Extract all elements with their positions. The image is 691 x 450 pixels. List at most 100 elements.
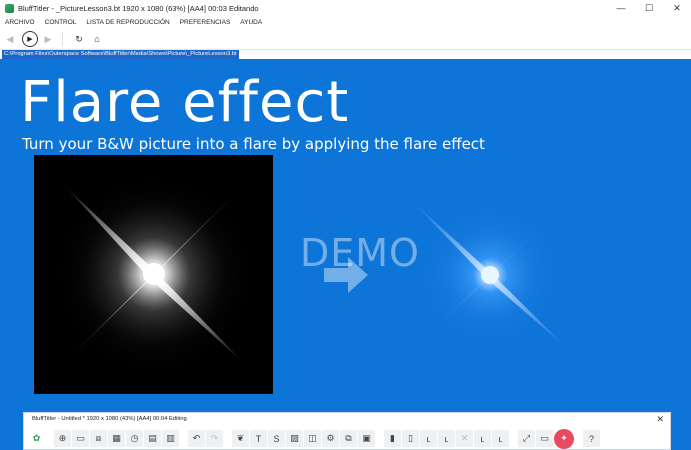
cross-dim-glyph: ✕ (460, 433, 469, 443)
bw-flare-graphic (34, 155, 273, 394)
link-text-icon[interactable]: ʟ (474, 430, 491, 447)
cube-glyph: ◫ (308, 433, 317, 443)
align-icon[interactable]: ▮ (384, 430, 401, 447)
cross-dim-icon[interactable]: ✕ (456, 430, 473, 447)
clock-glyph: ◷ (130, 433, 139, 443)
save-glyph: ▤ (148, 433, 157, 443)
blue-flare-result (390, 179, 590, 374)
settings-icon[interactable]: ⚙ (322, 430, 339, 447)
add-layer-icon[interactable]: ⊕ (54, 430, 71, 447)
minimize-button[interactable]: — (607, 0, 635, 16)
save-icon[interactable]: ▤ (144, 430, 161, 447)
parent-glyph: ʟ (426, 433, 431, 444)
help-icon[interactable]: ? (583, 430, 600, 447)
film-icon[interactable]: ▥ (162, 430, 179, 447)
parent-icon[interactable]: ʟ (420, 430, 437, 447)
chain-icon[interactable]: ʟ (492, 430, 509, 447)
show-file-path[interactable]: C:\Program Files\Outerspace Software\Blu… (2, 50, 239, 59)
home-button[interactable]: ⌂ (89, 31, 105, 47)
redo-glyph: ↷ (210, 433, 219, 443)
bw-core (143, 263, 165, 285)
menu-lista-de-reproduccion[interactable]: LISTA DE REPRODUCCIÓN (81, 19, 174, 26)
back-button[interactable]: ◀ (2, 31, 18, 47)
menu-bar: ARCHIVO CONTROL LISTA DE REPRODUCCIÓN PR… (0, 16, 691, 29)
preview-glyph: ▭ (540, 433, 549, 443)
layer-list-icon[interactable]: ▣ (358, 430, 375, 447)
app-window: BluffTitler - _PictureLesson3.bt 1920 x … (0, 0, 691, 450)
settings-glyph: ⚙ (326, 433, 335, 443)
blue-core (481, 266, 499, 284)
paint-icon[interactable]: ❦ (232, 430, 249, 447)
subscript-text-glyph: S (273, 433, 280, 444)
redo-icon[interactable]: ↷ (206, 430, 223, 447)
film-glyph: ▥ (166, 433, 175, 443)
blue-flare-graphic (410, 195, 570, 355)
menu-archivo[interactable]: ARCHIVO (0, 19, 40, 26)
menu-preferencias[interactable]: PREFERENCIAS (175, 19, 236, 26)
bw-flare-picture (34, 155, 273, 394)
title-bar: BluffTitler - _PictureLesson3.bt 1920 x … (0, 0, 691, 16)
menu-control[interactable]: CONTROL (40, 19, 82, 26)
play-button[interactable]: ▶ (22, 31, 38, 47)
resize-icon[interactable]: ⤢ (518, 430, 535, 447)
window-controls: — ☐ ✕ (607, 0, 691, 16)
home-icon: ⌂ (94, 34, 100, 44)
menu-ayuda[interactable]: AYUDA (235, 19, 267, 26)
logo-icon: ✿ (28, 430, 45, 447)
picture-icon[interactable]: ▨ (286, 430, 303, 447)
link-icon[interactable]: ⧉ (340, 430, 357, 447)
stage-subline: Turn your B&W picture into a flare by ap… (22, 135, 485, 153)
forward-button[interactable]: ▶ (40, 31, 56, 47)
help-glyph: ? (588, 433, 594, 444)
toolbar-divider (62, 32, 63, 46)
refresh-icon: ↻ (75, 33, 83, 44)
text-glyph: T (255, 433, 262, 444)
link-glyph: ⧉ (345, 433, 352, 443)
child-glyph: ʟ (444, 433, 449, 444)
stage-headline: Flare effect (20, 70, 350, 135)
frame-icon[interactable]: ⧈ (90, 430, 107, 447)
preview-stage[interactable]: Flare effect Turn your B&W picture into … (0, 59, 691, 450)
frame-glyph: ⧈ (95, 433, 102, 443)
undo-icon[interactable]: ↶ (188, 430, 205, 447)
logo-glyph: ✿ (32, 433, 41, 443)
align-distribute-glyph: ▯ (408, 433, 413, 443)
media-icon[interactable]: ▦ (108, 430, 125, 447)
align-glyph: ▮ (390, 433, 395, 443)
tool-panel: BluffTitler - Untitled * 1920 x 1080 (43… (23, 412, 671, 450)
maximize-button[interactable]: ☐ (635, 0, 663, 16)
undo-glyph: ↶ (192, 433, 201, 443)
tool-panel-close-button[interactable]: ✕ (656, 414, 664, 425)
refresh-button[interactable]: ↻ (71, 31, 87, 47)
paint-glyph: ❦ (236, 433, 245, 443)
subscript-text-icon[interactable]: S (268, 430, 285, 447)
open-folder-icon[interactable]: ▭ (72, 430, 89, 447)
clock-icon[interactable]: ◷ (126, 430, 143, 447)
link-text-glyph: ʟ (480, 433, 485, 444)
close-button[interactable]: ✕ (663, 0, 691, 16)
demo-arrow-icon (324, 257, 368, 293)
child-icon[interactable]: ʟ (438, 430, 455, 447)
media-glyph: ▦ (112, 433, 121, 443)
window-title: BluffTitler - _PictureLesson3.bt 1920 x … (18, 3, 259, 13)
magic-icon[interactable]: ✦ (554, 428, 574, 449)
cube-icon[interactable]: ◫ (304, 430, 321, 447)
preview-icon[interactable]: ▭ (536, 430, 553, 447)
navigation-toolbar: ◀ ▶ ▶ ↻ ⌂ (0, 29, 691, 49)
tool-panel-toolbar: ✿ ⊕ ▭ ⧈ ▦ ◷ ▤ ▥ ↶ ↷ ❦ T S ▨ ◫ ⚙ ⧉ ▣ ▮ ▯ … (28, 428, 668, 449)
tool-panel-title: BluffTitler - Untitled * 1920 x 1080 (43… (32, 416, 187, 422)
resize-glyph: ⤢ (522, 433, 531, 443)
open-folder-glyph: ▭ (76, 433, 85, 443)
add-layer-glyph: ⊕ (58, 433, 67, 443)
play-icon: ▶ (27, 36, 33, 43)
chain-glyph: ʟ (498, 433, 503, 444)
back-arrow-icon: ◀ (6, 33, 14, 44)
blufftitler-logo-icon (5, 3, 14, 13)
text-icon[interactable]: T (250, 430, 267, 447)
magic-glyph: ✦ (560, 433, 568, 443)
picture-glyph: ▨ (290, 433, 299, 443)
forward-arrow-icon: ▶ (44, 33, 52, 44)
align-distribute-icon[interactable]: ▯ (402, 430, 419, 447)
layer-list-glyph: ▣ (362, 433, 371, 443)
path-bar[interactable]: C:\Program Files\Outerspace Software\Blu… (0, 49, 691, 59)
